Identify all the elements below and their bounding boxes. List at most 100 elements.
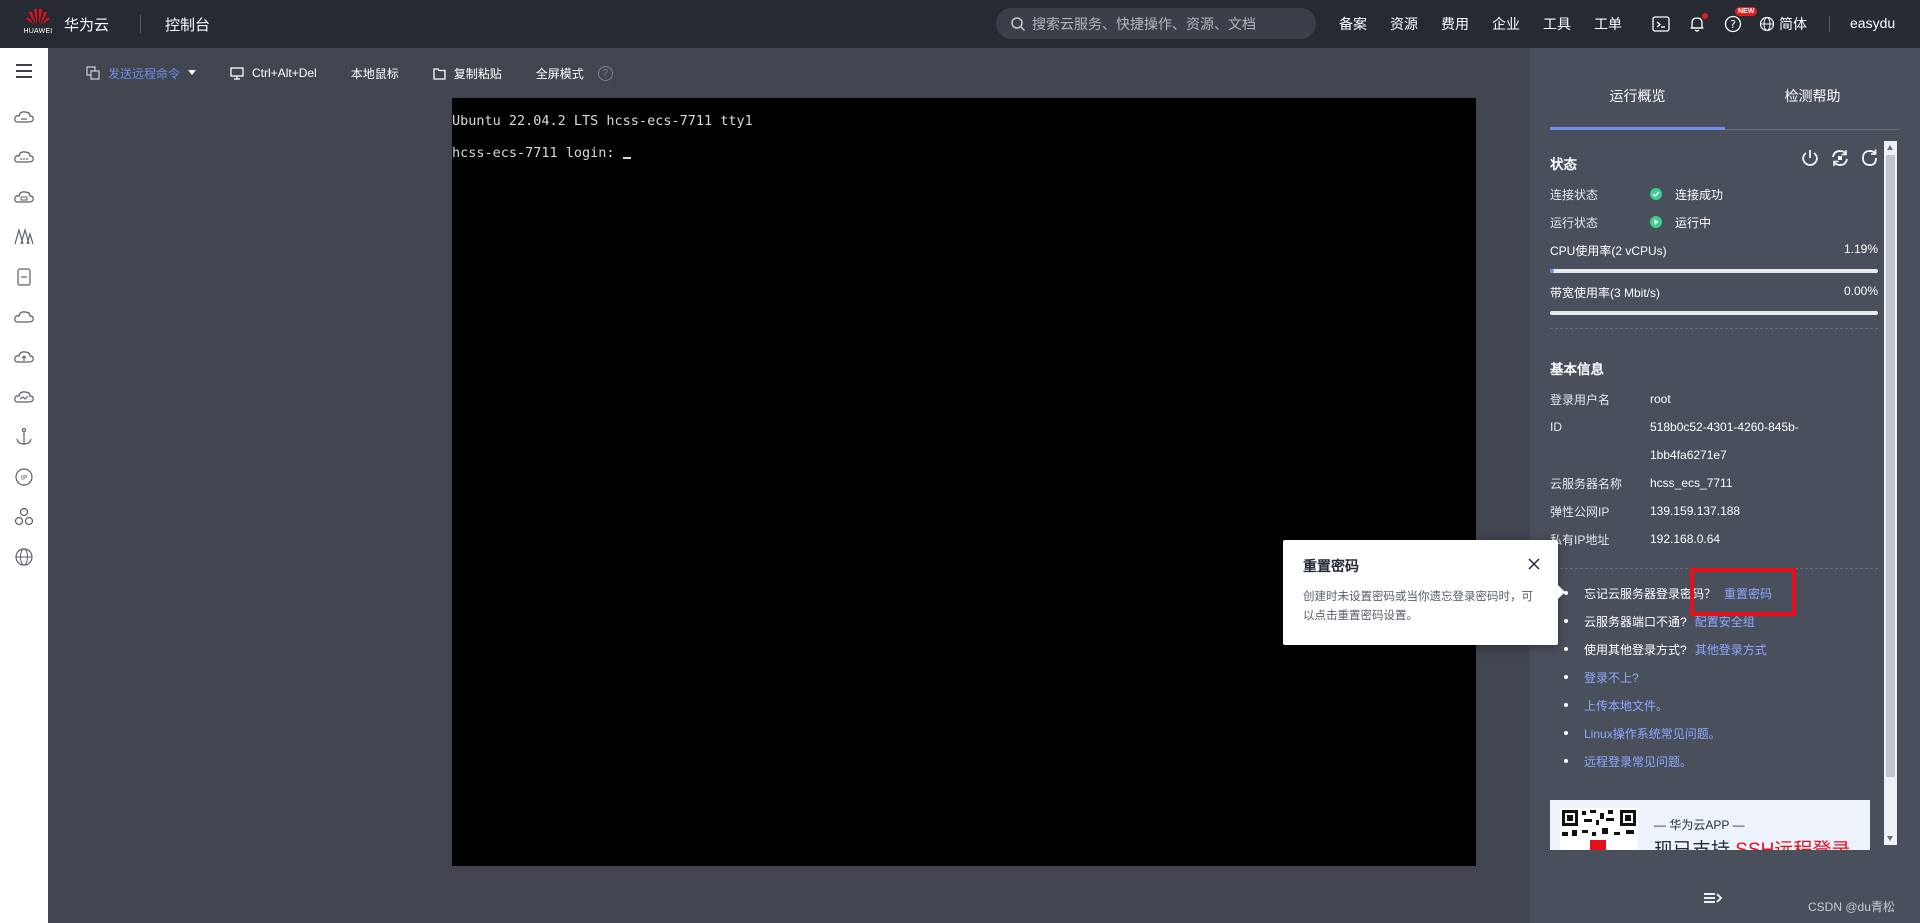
- language-switch[interactable]: 简体: [1759, 14, 1807, 34]
- local-mouse-label: 本地鼠标: [350, 66, 399, 81]
- ip-icon[interactable]: IP: [13, 466, 35, 488]
- anchor-icon[interactable]: [13, 426, 35, 448]
- private-ip-row: 私有IP地址 192.168.0.64: [1550, 530, 1720, 548]
- refresh-icon[interactable]: [1860, 148, 1880, 168]
- cpu-usage-label: CPU使用率(2 vCPUs): [1550, 244, 1667, 258]
- terminal-prompt: hcss-ecs-7711 login:: [452, 145, 623, 161]
- nav-tickets[interactable]: 工单: [1594, 14, 1622, 34]
- nav-tools[interactable]: 工具: [1543, 14, 1571, 34]
- cpu-usage-bar: [1550, 269, 1878, 273]
- menu-icon[interactable]: [13, 60, 35, 82]
- globe-icon: [1759, 16, 1775, 32]
- watermark: CSDN @du青松: [1808, 900, 1895, 914]
- cloud-icon[interactable]: [13, 146, 35, 168]
- app-promo-banner[interactable]: — 华为云APP — 现已支持 SSH远程登录: [1550, 800, 1870, 850]
- linux-faq-link[interactable]: Linux操作系统常见问题。: [1584, 725, 1721, 742]
- login-fail-link[interactable]: 登录不上?: [1584, 669, 1639, 686]
- id-row: ID 518b0c52-4301-4260-845b-: [1550, 418, 1799, 436]
- close-icon[interactable]: [1528, 558, 1540, 570]
- cpu-usage-value: 1.19%: [1843, 242, 1878, 256]
- list-item-linux-faq: Linux操作系统常见问题。: [1564, 724, 1721, 742]
- promo-subtitle: 现已支持 SSH远程登录: [1654, 835, 1850, 850]
- port-text: 云服务器端口不通?: [1584, 614, 1687, 629]
- login-user-label: 登录用户名: [1550, 392, 1611, 407]
- local-mouse-button[interactable]: 本地鼠标: [351, 65, 399, 82]
- scroll-down-icon[interactable]: [1887, 836, 1893, 841]
- global-search[interactable]: [996, 8, 1316, 39]
- run-status-row: 运行状态 运行中: [1550, 213, 1711, 231]
- upload-file-link[interactable]: 上传本地文件。: [1584, 697, 1668, 714]
- chevron-down-icon: [188, 70, 197, 75]
- popover-text: 创建时未设置密码或当你遗忘登录密码时，可以点击重置密码设置。: [1303, 591, 1533, 622]
- cpu-usage-fill: [1550, 269, 1554, 273]
- bandwidth-usage-row: 带宽使用率(3 Mbit/s) 0.00%: [1550, 284, 1878, 301]
- storage-icon[interactable]: [13, 266, 35, 288]
- promo-subtitle-prefix: 现已支持: [1654, 840, 1730, 850]
- network-icon[interactable]: [13, 226, 35, 248]
- terminal-line: Ubuntu 22.04.2 LTS hcss-ecs-7711 tty1: [452, 113, 753, 129]
- remote-terminal[interactable]: Ubuntu 22.04.2 LTS hcss-ecs-7711 tty1 hc…: [452, 98, 1476, 866]
- divider: [140, 15, 141, 33]
- right-panel: 运行概览 检测帮助 状态 连接状态 连接成功 运行状态 运行中 CPU使用率(2…: [1530, 48, 1920, 923]
- copy-paste-label: 复制粘贴: [453, 66, 502, 81]
- search-input[interactable]: [1032, 15, 1302, 32]
- cloud-upload-icon[interactable]: [13, 346, 35, 368]
- svg-text:IP: IP: [21, 474, 27, 482]
- cloud-monitor-icon[interactable]: [13, 386, 35, 408]
- cloud-server-icon[interactable]: [13, 106, 35, 128]
- power-icon[interactable]: [1800, 148, 1820, 168]
- scroll-up-icon[interactable]: [1887, 145, 1893, 150]
- fullscreen-button[interactable]: 全屏模式: [536, 65, 584, 82]
- copy-paste-button[interactable]: 复制粘贴: [433, 65, 502, 82]
- ctrl-alt-del-button[interactable]: Ctrl+Alt+Del: [230, 66, 317, 80]
- eip-label: 弹性公网IP: [1550, 504, 1610, 519]
- panel-scrollbar[interactable]: [1884, 141, 1897, 845]
- top-bar: HUAWEI 华为云 控制台 备案 资源 费用 企业 工具 工单: [0, 0, 1920, 48]
- cloud-outline-icon[interactable]: [13, 306, 35, 328]
- nav-beian[interactable]: 备案: [1339, 14, 1367, 34]
- id-value-line1: 518b0c52-4301-4260-845b-: [1650, 420, 1799, 434]
- cpu-usage-row: CPU使用率(2 vCPUs) 1.19%: [1550, 242, 1878, 259]
- help-icon[interactable]: ? NEW: [1723, 7, 1758, 34]
- list-item-upload: 上传本地文件。: [1564, 696, 1668, 714]
- globe-icon[interactable]: [13, 546, 35, 568]
- sync-icon[interactable]: [1830, 148, 1850, 168]
- nav-billing[interactable]: 费用: [1441, 14, 1469, 34]
- terminal-prompt-line: hcss-ecs-7711 login:: [452, 145, 1476, 177]
- qr-code-icon: [1560, 808, 1638, 850]
- connection-status-label: 连接状态: [1550, 187, 1599, 202]
- eip-value: 139.159.137.188: [1650, 504, 1741, 518]
- send-command-button[interactable]: 发送远程命令: [86, 65, 197, 82]
- tab-diagnostics[interactable]: 检测帮助: [1725, 80, 1900, 129]
- nav-enterprise[interactable]: 企业: [1492, 14, 1520, 34]
- console-link[interactable]: 控制台: [165, 14, 210, 35]
- send-command-label: 发送远程命令: [108, 66, 181, 81]
- collapse-panel-icon[interactable]: [1700, 886, 1724, 910]
- scrollbar-thumb[interactable]: [1886, 155, 1895, 777]
- huawei-logo-icon: HUAWEI: [22, 7, 54, 41]
- top-icons: ? NEW 简体: [1651, 0, 1807, 48]
- terminal-icon[interactable]: [1651, 14, 1671, 34]
- service-sidebar: IP: [0, 48, 48, 923]
- brand-logo[interactable]: HUAWEI 华为云: [22, 7, 134, 41]
- other-login-link[interactable]: 其他登录方式: [1695, 641, 1767, 658]
- popover-title: 重置密码: [1303, 558, 1359, 574]
- cloud-container-icon[interactable]: [13, 186, 35, 208]
- highlight-box: [1690, 568, 1796, 616]
- toolbar-help-icon[interactable]: ?: [597, 65, 613, 81]
- tab-overview[interactable]: 运行概览: [1550, 80, 1725, 130]
- panel-content: 状态 连接状态 连接成功 运行状态 运行中 CPU使用率(2 vCPUs) 1.…: [1550, 148, 1880, 900]
- private-ip-value: 192.168.0.64: [1650, 532, 1721, 546]
- server-name-value: hcss_ecs_7711: [1650, 476, 1733, 490]
- user-menu[interactable]: easydu: [1850, 15, 1895, 31]
- remote-faq-link[interactable]: 远程登录常见问题。: [1584, 753, 1692, 770]
- copy-icon: [86, 66, 100, 80]
- login-user-value: root: [1650, 392, 1671, 406]
- cluster-icon[interactable]: [13, 506, 35, 528]
- bandwidth-usage-bar: [1550, 311, 1878, 315]
- notification-dot: [1702, 13, 1708, 19]
- reset-password-popover: 重置密码 创建时未设置密码或当你遗忘登录密码时，可以点击重置密码设置。: [1283, 540, 1565, 645]
- bell-icon[interactable]: [1687, 13, 1708, 34]
- nav-resources[interactable]: 资源: [1390, 14, 1418, 34]
- run-status-label: 运行状态: [1550, 215, 1599, 230]
